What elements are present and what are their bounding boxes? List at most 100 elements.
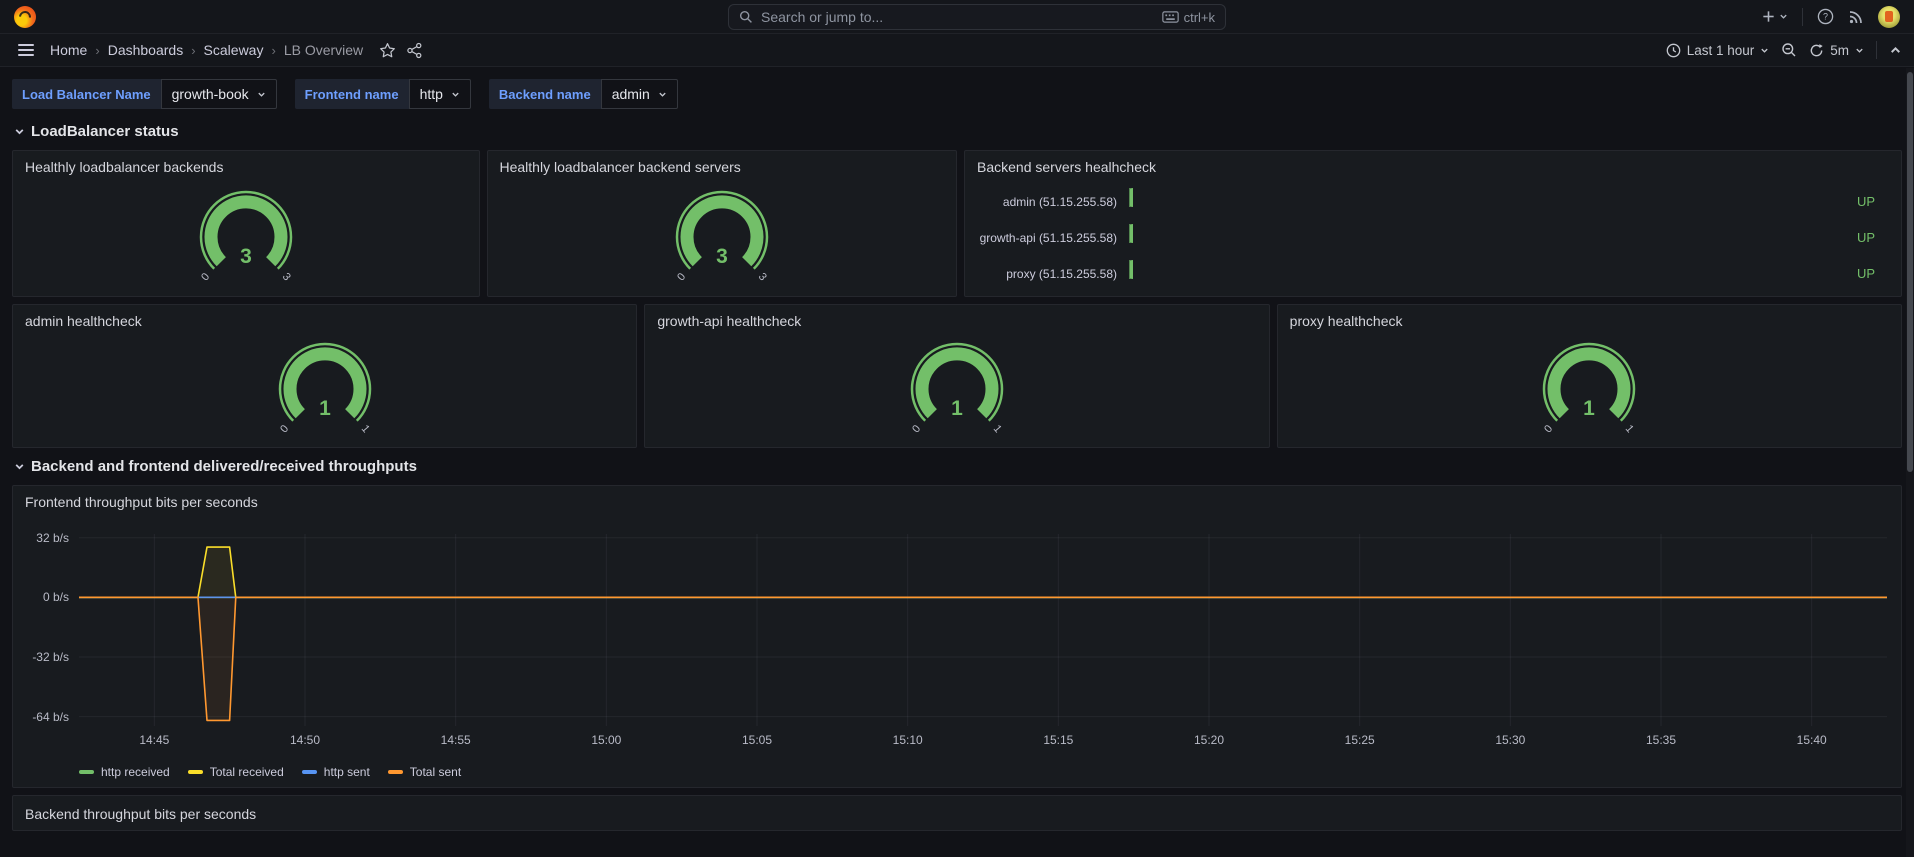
x-axis-tick: 15:40: [1797, 726, 1827, 747]
filter-backend: Backend name admin: [489, 79, 678, 109]
search-input[interactable]: Search or jump to... ctrl+k: [728, 4, 1226, 30]
legend-item[interactable]: Total received: [188, 765, 284, 779]
x-axis-tick: 15:05: [742, 726, 772, 747]
bar-fill: [1129, 188, 1133, 207]
gauge-admin-healthcheck: 101: [13, 305, 636, 447]
help-button[interactable]: ?: [1817, 8, 1834, 25]
page-scrollbar[interactable]: [1906, 68, 1914, 857]
menu-toggle-button[interactable]: [12, 40, 40, 60]
news-button[interactable]: [1848, 9, 1864, 25]
breadcrumb-separator: ›: [95, 43, 99, 58]
panel-growth-api-healthcheck: growth-api healthcheck 101: [644, 304, 1269, 448]
panel-proxy-healthcheck: proxy healthcheck 101: [1277, 304, 1902, 448]
refresh-interval-label: 5m: [1830, 43, 1849, 58]
star-icon: [379, 42, 396, 59]
x-axis-tick: 14:45: [139, 726, 169, 747]
frontend-select[interactable]: http: [409, 79, 471, 109]
zoom-out-icon: [1781, 42, 1797, 58]
chevron-down-icon: [658, 90, 667, 99]
section-throughputs[interactable]: Backend and frontend delivered/received …: [14, 458, 1902, 475]
time-range-picker[interactable]: Last 1 hour: [1666, 43, 1770, 58]
y-axis-tick: -32 b/s: [32, 650, 79, 664]
user-avatar[interactable]: [1878, 6, 1900, 28]
server-label: admin (51.15.255.58): [979, 195, 1129, 209]
legend-swatch: [188, 770, 203, 774]
load-balancer-select[interactable]: growth-book: [161, 79, 277, 109]
top-nav-right: ?: [1761, 6, 1900, 28]
legend-item[interactable]: http received: [79, 765, 170, 779]
legend-item[interactable]: Total sent: [388, 765, 461, 779]
grafana-logo-icon[interactable]: [14, 6, 36, 28]
backend-select[interactable]: admin: [601, 79, 678, 109]
svg-text:1: 1: [1583, 397, 1595, 420]
filter-label: Frontend name: [295, 79, 409, 109]
scrollbar-thumb[interactable]: [1907, 72, 1913, 472]
rss-icon: [1848, 9, 1864, 25]
svg-text:1: 1: [991, 423, 1004, 435]
clock-icon: [1666, 43, 1681, 58]
svg-text:3: 3: [755, 270, 768, 282]
zoom-out-button[interactable]: [1781, 42, 1797, 58]
gauge-healthy-backend-servers: 303: [488, 151, 957, 296]
top-nav: Search or jump to... ctrl+k ?: [0, 0, 1914, 34]
gauge-proxy-healthcheck: 1 0 1: [1278, 305, 1901, 447]
share-icon: [406, 42, 423, 59]
section-loadbalancer-status[interactable]: LoadBalancer status: [14, 123, 1902, 140]
legend-item[interactable]: http sent: [302, 765, 370, 779]
filter-label: Backend name: [489, 79, 601, 109]
breadcrumb-separator: ›: [271, 43, 275, 58]
bar-gauge-row: admin (51.15.255.58) UP: [979, 189, 1887, 214]
divider: [1802, 8, 1803, 26]
chevron-up-icon: [1889, 44, 1902, 57]
breadcrumb-current: LB Overview: [284, 42, 363, 58]
svg-text:0: 0: [675, 270, 688, 282]
dashboard-content: Load Balancer Name growth-book Frontend …: [0, 67, 1914, 831]
legend-label: Total sent: [410, 765, 461, 779]
svg-text:1: 1: [1623, 423, 1636, 435]
bar-gauge-list: admin (51.15.255.58) UP growth-api (51.1…: [965, 175, 1901, 296]
panel-backend-servers-healthcheck: Backend servers healhcheck admin (51.15.…: [964, 150, 1902, 297]
chevron-down-icon: [1779, 12, 1788, 21]
bar-gauge-row: growth-api (51.15.255.58) UP: [979, 225, 1887, 250]
panel-admin-healthcheck: admin healthcheck 101: [12, 304, 637, 448]
x-axis-tick: 15:35: [1646, 726, 1676, 747]
favorite-button[interactable]: [379, 42, 396, 59]
share-button[interactable]: [406, 42, 423, 59]
legend-label: Total received: [210, 765, 284, 779]
svg-text:0: 0: [1542, 423, 1555, 435]
breadcrumb-home[interactable]: Home: [50, 42, 87, 58]
breadcrumb: Home › Dashboards › Scaleway › LB Overvi…: [50, 42, 363, 58]
panel-title: Backend throughput bits per seconds: [13, 796, 1901, 822]
panel-frontend-throughput: Frontend throughput bits per seconds 32 …: [12, 485, 1902, 788]
filter-load-balancer: Load Balancer Name growth-book: [12, 79, 277, 109]
svg-text:?: ?: [1823, 12, 1828, 22]
refresh-picker[interactable]: 5m: [1809, 43, 1864, 58]
status-badge: UP: [1737, 194, 1887, 209]
x-axis-tick: 14:50: [290, 726, 320, 747]
legend-label: http received: [101, 765, 170, 779]
breadcrumb-scaleway[interactable]: Scaleway: [204, 42, 264, 58]
filter-frontend: Frontend name http: [295, 79, 471, 109]
panel-healthy-backends: Healthly loadbalancer backends 303: [12, 150, 480, 297]
svg-text:3: 3: [279, 270, 292, 282]
x-axis-tick: 15:10: [893, 726, 923, 747]
chevron-down-icon: [14, 126, 25, 137]
add-button[interactable]: [1761, 9, 1788, 24]
plus-icon: [1761, 9, 1776, 24]
x-axis-tick: 15:15: [1043, 726, 1073, 747]
search-shortcut: ctrl+k: [1162, 10, 1215, 25]
panel-backend-throughput: Backend throughput bits per seconds: [12, 795, 1902, 831]
chevron-down-icon: [257, 90, 266, 99]
search-icon: [739, 10, 753, 24]
bar-gauge: [1129, 225, 1737, 250]
server-label: proxy (51.15.255.58): [979, 267, 1129, 281]
y-axis-tick: -64 b/s: [32, 710, 79, 724]
plot-area[interactable]: 32 b/s0 b/s-32 b/s-64 b/s14:4514:5014:55…: [79, 534, 1887, 726]
timeseries-chart[interactable]: 32 b/s0 b/s-32 b/s-64 b/s14:4514:5014:55…: [13, 516, 1901, 787]
bar-fill: [1129, 260, 1133, 279]
collapse-toolbar-button[interactable]: [1889, 44, 1902, 57]
keyboard-icon: [1162, 11, 1179, 23]
legend-swatch: [302, 770, 317, 774]
breadcrumb-dashboards[interactable]: Dashboards: [108, 42, 184, 58]
svg-text:3: 3: [240, 245, 252, 268]
